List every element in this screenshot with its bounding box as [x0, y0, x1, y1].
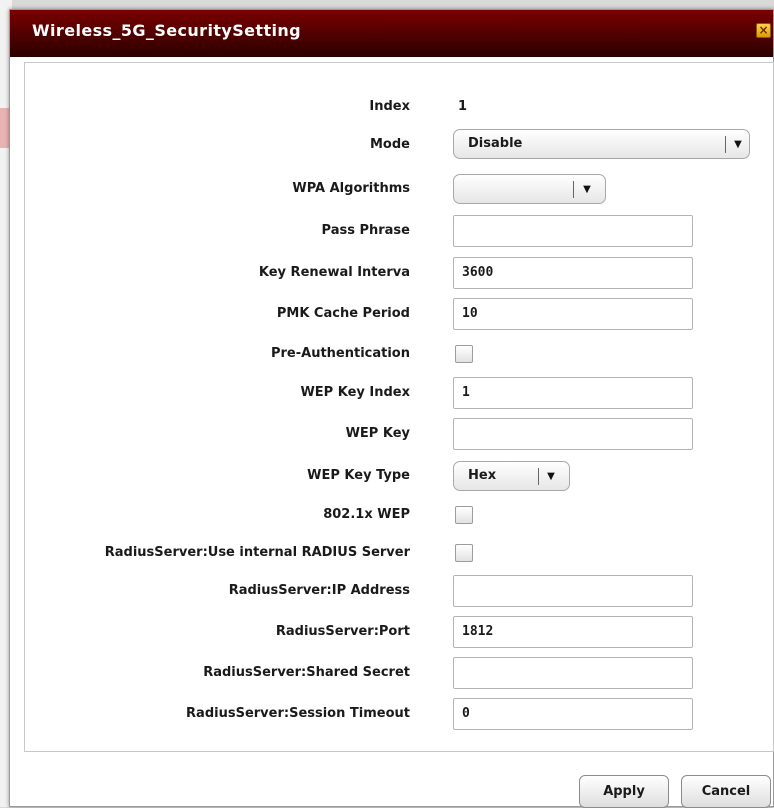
- wep-8021x-checkbox[interactable]: [455, 506, 473, 524]
- security-settings-dialog: Wireless_5G_SecuritySetting × Index 1 Mo…: [9, 9, 774, 808]
- wpa-algorithms-label: WPA Algorithms: [292, 181, 410, 196]
- chevron-down-icon[interactable]: ▼: [580, 181, 594, 198]
- chevron-down-icon[interactable]: ▼: [544, 468, 558, 485]
- index-value: 1: [458, 99, 468, 114]
- dialog-titlebar[interactable]: Wireless_5G_SecuritySetting ×: [10, 10, 773, 57]
- radius-ip-label: RadiusServer:IP Address: [228, 583, 410, 598]
- wep-key-type-select[interactable]: Hex ▼: [453, 461, 570, 491]
- wep-key-index-input[interactable]: 1: [453, 377, 693, 409]
- radius-ip-input[interactable]: [453, 575, 693, 607]
- chevron-down-icon[interactable]: ▼: [731, 136, 745, 153]
- radius-secret-input[interactable]: [453, 657, 693, 689]
- form-panel: Index 1 Mode Disable ▼ WPA Algorithms ▼ …: [24, 62, 774, 752]
- pass-phrase-label: Pass Phrase: [321, 223, 410, 238]
- index-label: Index: [369, 99, 410, 114]
- wep-key-label: WEP Key: [345, 426, 410, 441]
- radius-secret-label: RadiusServer:Shared Secret: [203, 665, 410, 680]
- pre-authentication-checkbox[interactable]: [455, 345, 473, 363]
- wep-key-type-label: WEP Key Type: [307, 468, 410, 483]
- radius-timeout-input[interactable]: 0: [453, 698, 693, 730]
- key-renewal-input[interactable]: 3600: [453, 257, 693, 289]
- wep-key-input[interactable]: [453, 418, 693, 450]
- mode-select[interactable]: Disable ▼: [453, 129, 750, 159]
- close-icon[interactable]: ×: [756, 23, 771, 38]
- wpa-algorithms-select[interactable]: ▼: [453, 174, 606, 204]
- apply-button[interactable]: Apply: [579, 775, 669, 808]
- radius-internal-checkbox[interactable]: [455, 544, 473, 562]
- dialog-title: Wireless_5G_SecuritySetting: [32, 21, 302, 40]
- key-renewal-label: Key Renewal Interva: [258, 265, 410, 280]
- select-divider: [725, 136, 726, 153]
- cancel-button[interactable]: Cancel: [681, 775, 771, 808]
- wep-key-index-label: WEP Key Index: [300, 385, 410, 400]
- select-divider: [538, 468, 539, 485]
- mode-label: Mode: [370, 137, 410, 152]
- wep-key-type-selected-value: Hex: [468, 468, 497, 483]
- pre-authentication-label: Pre-Authentication: [270, 346, 410, 361]
- pmk-cache-label: PMK Cache Period: [276, 306, 410, 321]
- pmk-cache-input[interactable]: 10: [453, 298, 693, 330]
- mode-selected-value: Disable: [468, 136, 523, 151]
- pass-phrase-input[interactable]: [453, 215, 693, 247]
- radius-port-label: RadiusServer:Port: [275, 624, 410, 639]
- radius-internal-label: RadiusServer:Use internal RADIUS Server: [104, 545, 410, 560]
- radius-timeout-label: RadiusServer:Session Timeout: [186, 706, 410, 721]
- radius-port-input[interactable]: 1812: [453, 616, 693, 648]
- wep-8021x-label: 802.1x WEP: [323, 507, 410, 522]
- select-divider: [573, 181, 574, 198]
